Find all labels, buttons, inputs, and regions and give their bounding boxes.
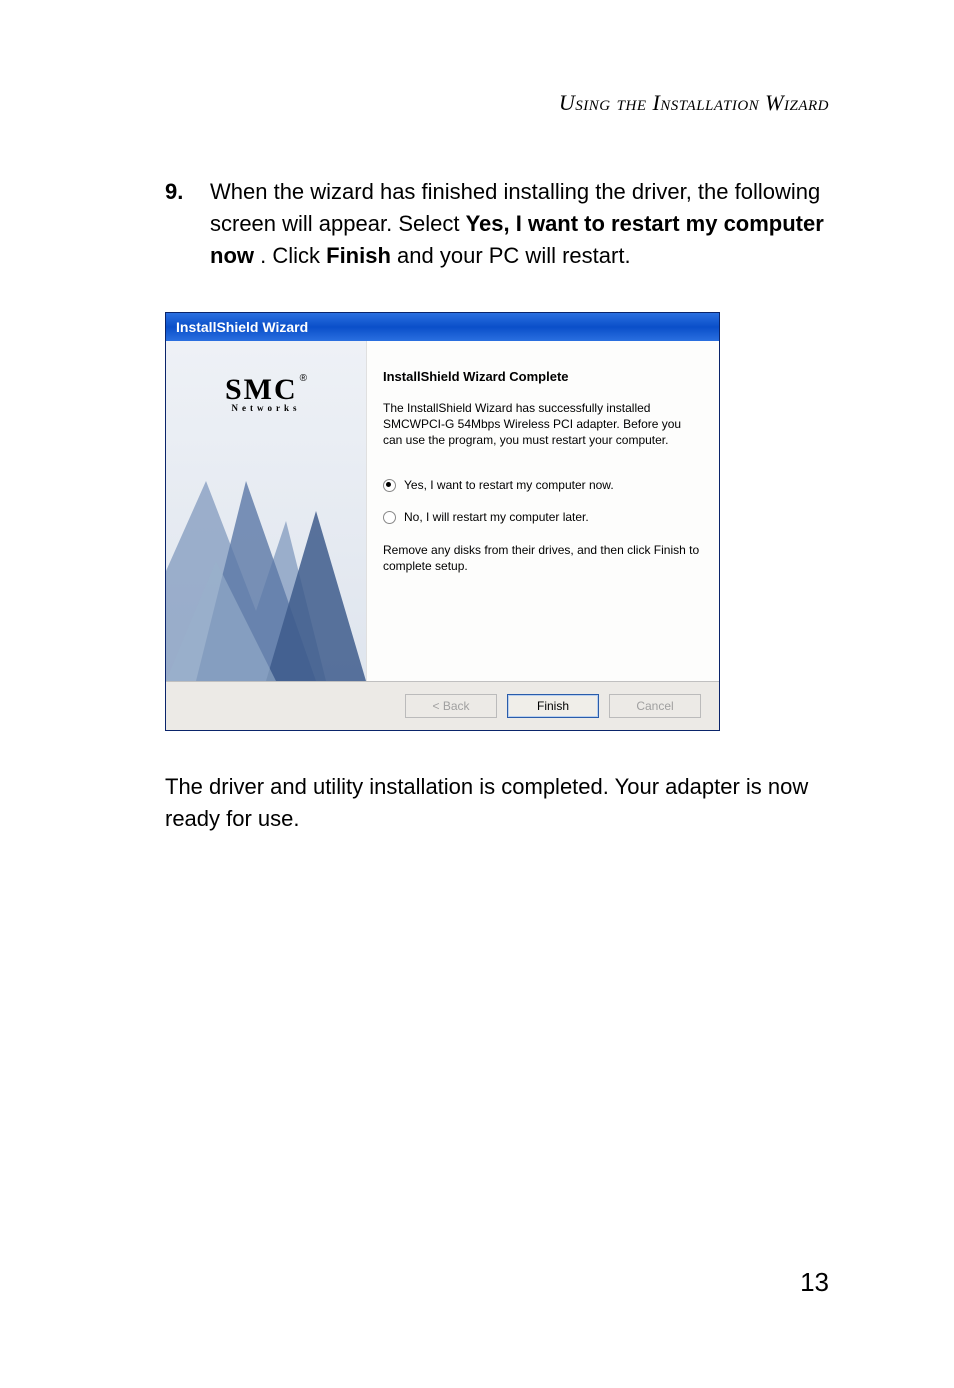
- radio-restart-later[interactable]: No, I will restart my computer later.: [383, 510, 703, 524]
- dialog-screenshot: InstallShield Wizard SMC® Networks: [165, 312, 829, 731]
- outro-paragraph: The driver and utility installation is c…: [165, 771, 829, 835]
- logo-reg-icon: ®: [300, 373, 307, 384]
- radio-icon[interactable]: [383, 511, 396, 524]
- dialog-note: Remove any disks from their drives, and …: [383, 542, 703, 574]
- page-number: 13: [800, 1267, 829, 1298]
- back-button: < Back: [405, 694, 497, 718]
- dialog-heading: InstallShield Wizard Complete: [383, 369, 703, 384]
- step-text-3: and your PC will restart.: [397, 243, 631, 268]
- dialog-button-bar: < Back Finish Cancel: [166, 681, 719, 730]
- radio-restart-later-label: No, I will restart my computer later.: [404, 510, 589, 524]
- dialog-description: The InstallShield Wizard has successfull…: [383, 400, 703, 449]
- page-header: Using the Installation Wizard: [165, 90, 829, 116]
- step-number: 9.: [165, 176, 210, 272]
- step-text-2: . Click: [260, 243, 326, 268]
- smc-logo: SMC® Networks: [166, 373, 366, 413]
- step-bold-2: Finish: [326, 243, 391, 268]
- mountain-graphic-icon: [166, 421, 366, 681]
- radio-restart-now-label: Yes, I want to restart my computer now.: [404, 478, 614, 492]
- step-body: When the wizard has finished installing …: [210, 176, 829, 272]
- cancel-button: Cancel: [609, 694, 701, 718]
- logo-text: SMC: [225, 373, 298, 406]
- dialog-side-graphic: SMC® Networks: [166, 341, 367, 681]
- installshield-dialog: InstallShield Wizard SMC® Networks: [165, 312, 720, 731]
- radio-icon[interactable]: [383, 479, 396, 492]
- dialog-content: InstallShield Wizard Complete The Instal…: [367, 341, 719, 681]
- logo-sub-text: Networks: [166, 403, 366, 413]
- step-9: 9. When the wizard has finished installi…: [165, 176, 829, 272]
- radio-restart-now[interactable]: Yes, I want to restart my computer now.: [383, 478, 703, 492]
- finish-button[interactable]: Finish: [507, 694, 599, 718]
- dialog-titlebar: InstallShield Wizard: [166, 313, 719, 341]
